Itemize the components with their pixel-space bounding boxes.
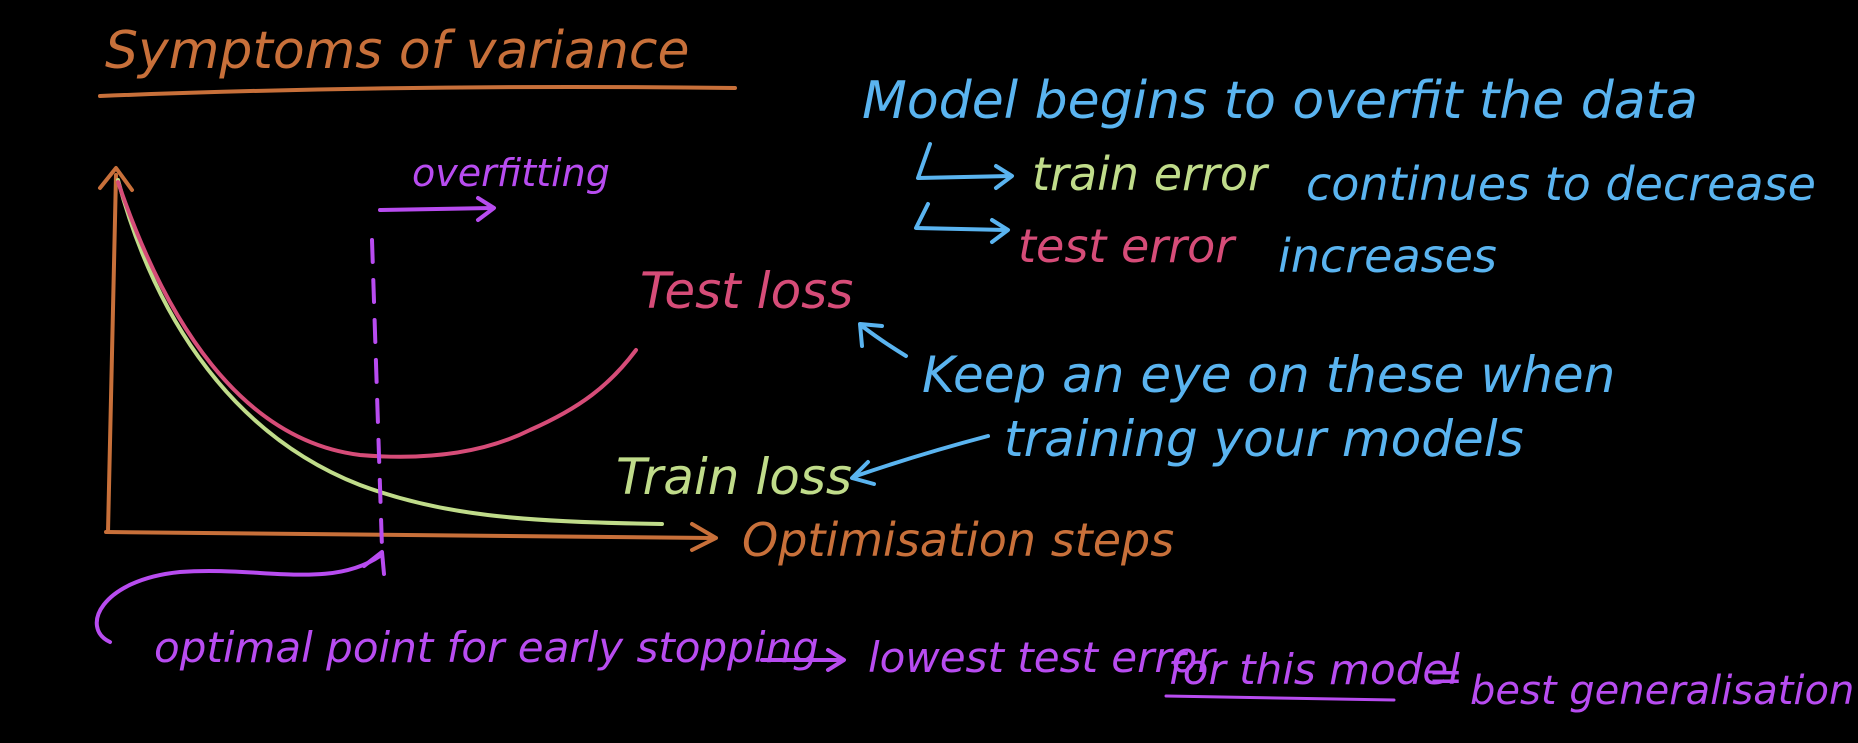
equals-sign: = xyxy=(1428,651,1463,700)
overfitting-label: overfitting xyxy=(412,151,610,195)
optimal-point-text: optimal point for early stopping xyxy=(154,623,819,672)
test-error-text: test error xyxy=(1018,219,1237,273)
train-error-text: train error xyxy=(1032,147,1270,201)
variance-diagram: Symptoms of variance overfitting Test lo… xyxy=(0,0,1858,743)
keep-eye-line-1: Keep an eye on these when xyxy=(922,346,1615,404)
best-generalisation-text: best generalisation xyxy=(1470,668,1854,714)
overfit-heading: Model begins to overfit the data xyxy=(862,71,1698,131)
title: Symptoms of variance xyxy=(105,21,689,81)
train-loss-label: Train loss xyxy=(616,448,852,506)
continues-to-decrease-text: continues to decrease xyxy=(1306,157,1816,211)
lowest-error-text: lowest test error xyxy=(868,633,1217,682)
x-axis-label: Optimisation steps xyxy=(742,513,1174,567)
increases-text: increases xyxy=(1278,229,1497,283)
overfitting-arrow xyxy=(378,206,494,212)
keep-eye-line-2: training your models xyxy=(1004,410,1524,468)
for-this-model-text: for this model xyxy=(1168,645,1460,694)
test-loss-label: Test loss xyxy=(640,262,853,320)
